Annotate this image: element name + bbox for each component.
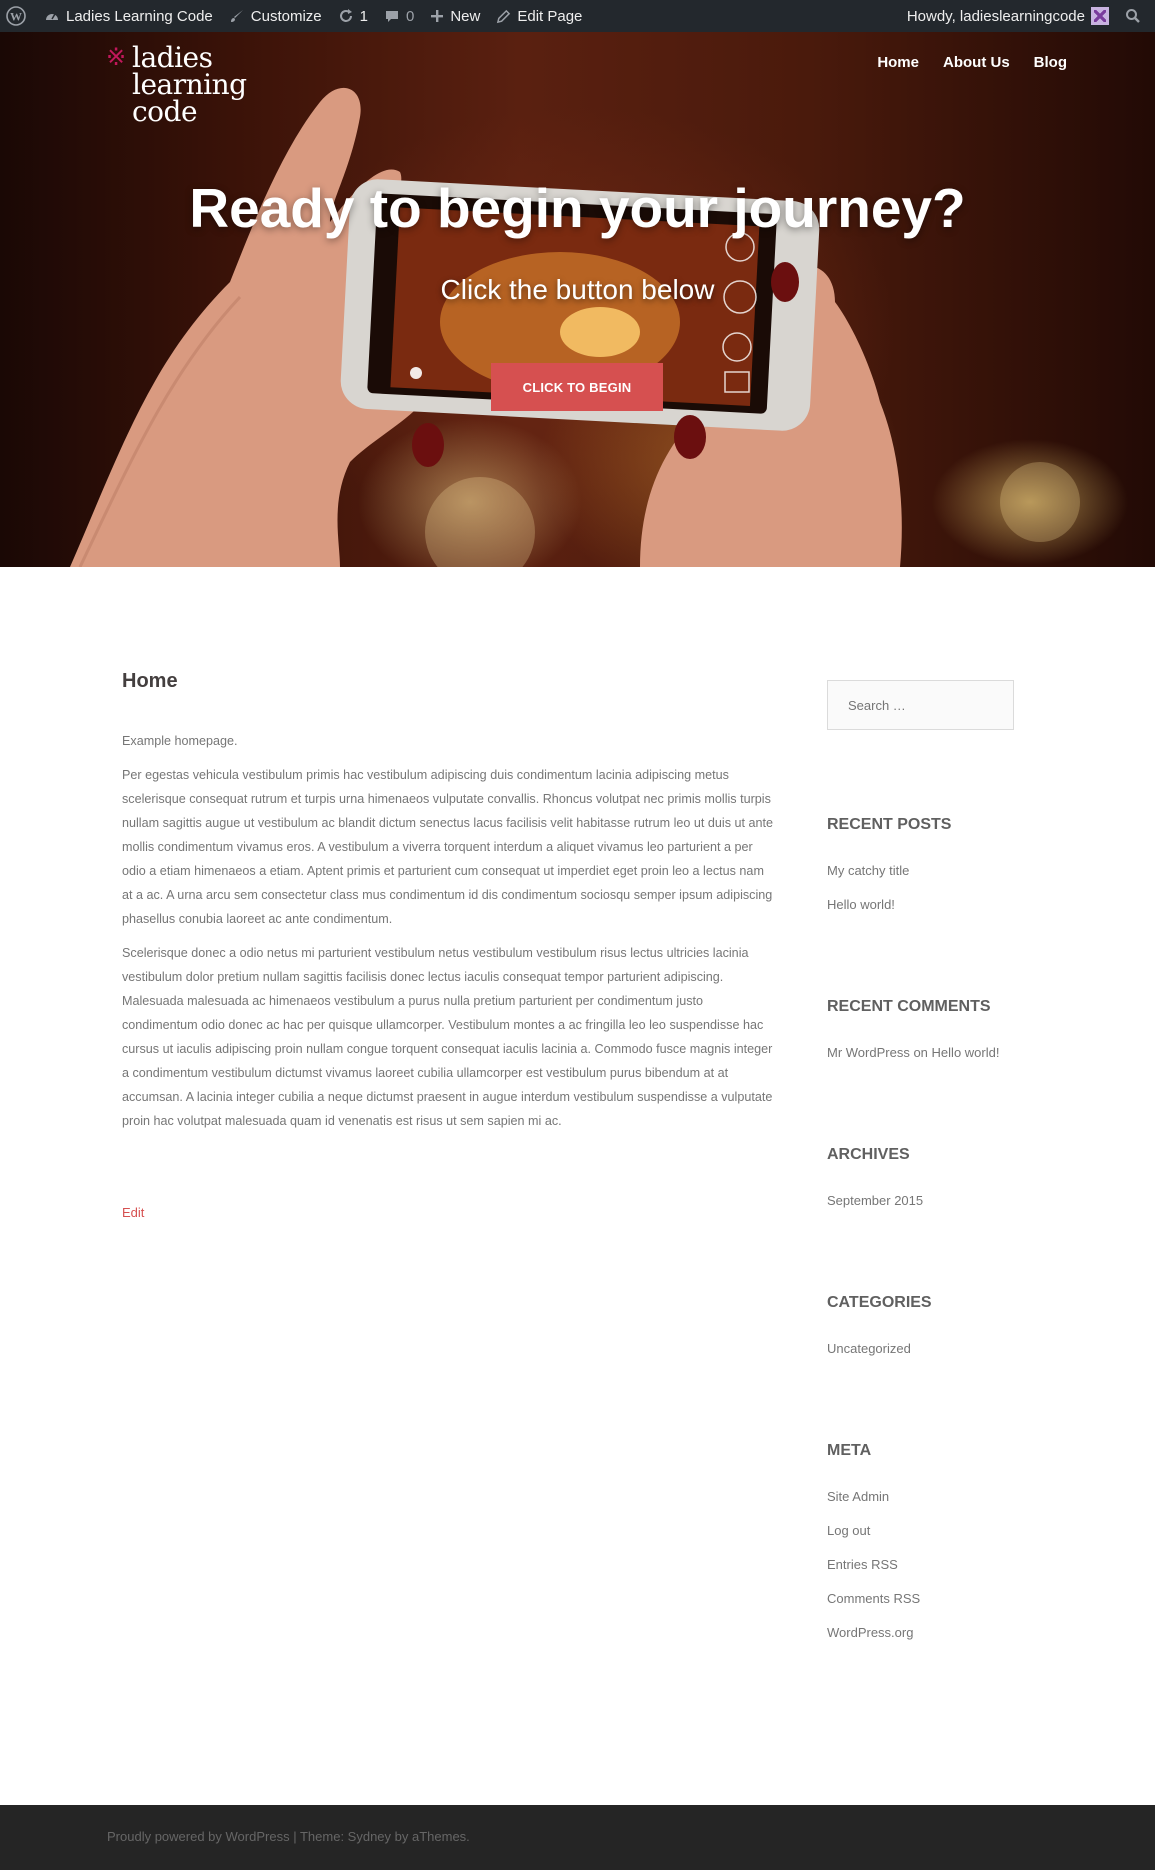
footer-theme-link[interactable]: Theme: Sydney by aThemes. [300, 1829, 470, 1844]
recent-comments-widget: RECENT COMMENTS Mr WordPress on Hello wo… [827, 998, 999, 1070]
meta-wordpress-org-link[interactable]: WordPress.org [827, 1616, 920, 1650]
meta-comments-rss-link[interactable]: Comments RSS [827, 1582, 920, 1616]
my-account-menu[interactable]: Howdy, ladieslearningcode [899, 0, 1117, 32]
admin-search-button[interactable] [1117, 0, 1155, 32]
recent-post-link[interactable]: My catchy title [827, 854, 951, 888]
new-label: New [450, 7, 481, 25]
search-input[interactable] [827, 680, 1014, 730]
pencil-icon [496, 9, 511, 24]
meta-site-admin-link[interactable]: Site Admin [827, 1480, 920, 1514]
edit-page-label: Edit Page [517, 7, 583, 25]
footer-wordpress-link[interactable]: Proudly powered by WordPress [107, 1829, 290, 1844]
footer-credits: Proudly powered by WordPress | Theme: Sy… [107, 1829, 470, 1844]
comment-on-text: on [913, 1045, 928, 1060]
dashboard-icon [44, 8, 60, 24]
svg-text:W: W [10, 10, 22, 24]
recent-comments-title: RECENT COMMENTS [827, 998, 991, 1015]
new-content-button[interactable]: New [422, 0, 488, 32]
page-content: Home Example homepage. Per egestas vehic… [122, 670, 777, 1143]
meta-title: META [827, 1442, 872, 1459]
footer-separator: | [293, 1829, 297, 1844]
recent-posts-title: RECENT POSTS [827, 816, 952, 833]
comment-author-link[interactable]: Mr WordPress [827, 1045, 910, 1060]
archive-link[interactable]: September 2015 [827, 1184, 923, 1218]
categories-title: CATEGORIES [827, 1294, 932, 1311]
meta-entries-rss-link[interactable]: Entries RSS [827, 1548, 920, 1582]
wordpress-logo-icon[interactable]: W [0, 0, 36, 32]
body-paragraph-1: Per egestas vehicula vestibulum primis h… [122, 768, 774, 926]
nav-home[interactable]: Home [877, 54, 919, 71]
meta-log-out-link[interactable]: Log out [827, 1514, 920, 1548]
update-icon [338, 8, 354, 24]
logo-line-3: code [132, 95, 198, 128]
hero-title: Ready to begin your journey? [189, 177, 966, 239]
comments-count: 0 [405, 7, 415, 25]
site-footer: Proudly powered by WordPress | Theme: Sy… [0, 1805, 1155, 1870]
customize-label: Customize [250, 7, 322, 25]
hero-banner: ※ ladies learning code Home About Us Blo… [0, 32, 1155, 567]
archives-widget: ARCHIVES September 2015 [827, 1146, 923, 1218]
category-link[interactable]: Uncategorized [827, 1332, 932, 1366]
meta-widget: META Site Admin Log out Entries RSS Comm… [827, 1442, 920, 1650]
recent-post-link[interactable]: Hello world! [827, 888, 951, 922]
admin-site-name[interactable]: Ladies Learning Code [36, 0, 221, 32]
comments-button[interactable]: 0 [376, 0, 422, 32]
comment-icon [384, 8, 400, 24]
howdy-label: Howdy, ladieslearningcode [906, 7, 1085, 25]
logo-line-2: learning [132, 68, 247, 101]
search-icon [1125, 8, 1141, 24]
hero-subtitle: Click the button below [440, 274, 715, 305]
body-paragraph-2: Scelerisque donec a odio netus mi partur… [122, 946, 773, 1128]
categories-widget: CATEGORIES Uncategorized [827, 1294, 932, 1366]
logo-line-1: ladies [132, 41, 213, 74]
edit-page-button[interactable]: Edit Page [488, 0, 590, 32]
comment-post-link[interactable]: Hello world! [932, 1045, 1000, 1060]
updates-count: 1 [359, 7, 368, 25]
nav-about-us[interactable]: About Us [943, 54, 1010, 71]
sidebar [827, 680, 1015, 730]
edit-link[interactable]: Edit [122, 1205, 144, 1220]
admin-bar: W Ladies Learning Code Customize 1 0 New… [0, 0, 1155, 32]
admin-site-name-label: Ladies Learning Code [66, 7, 213, 25]
customize-button[interactable]: Customize [221, 0, 330, 32]
avatar [1091, 7, 1109, 25]
logo-mark: ※ [106, 43, 126, 71]
updates-button[interactable]: 1 [330, 0, 376, 32]
brush-icon [229, 8, 245, 24]
site-logo[interactable]: ※ ladies learning code [106, 41, 247, 128]
page-title: Home [122, 670, 178, 692]
archives-title: ARCHIVES [827, 1146, 910, 1163]
intro-paragraph: Example homepage. [122, 734, 238, 748]
nav-blog[interactable]: Blog [1034, 54, 1067, 71]
click-to-begin-button[interactable]: CLICK TO BEGIN [491, 363, 663, 411]
plus-icon [430, 9, 444, 23]
recent-posts-widget: RECENT POSTS My catchy title Hello world… [827, 816, 951, 922]
recent-comment-item: Mr WordPress on Hello world! [827, 1036, 999, 1070]
main-navigation: Home About Us Blog [877, 54, 1067, 71]
